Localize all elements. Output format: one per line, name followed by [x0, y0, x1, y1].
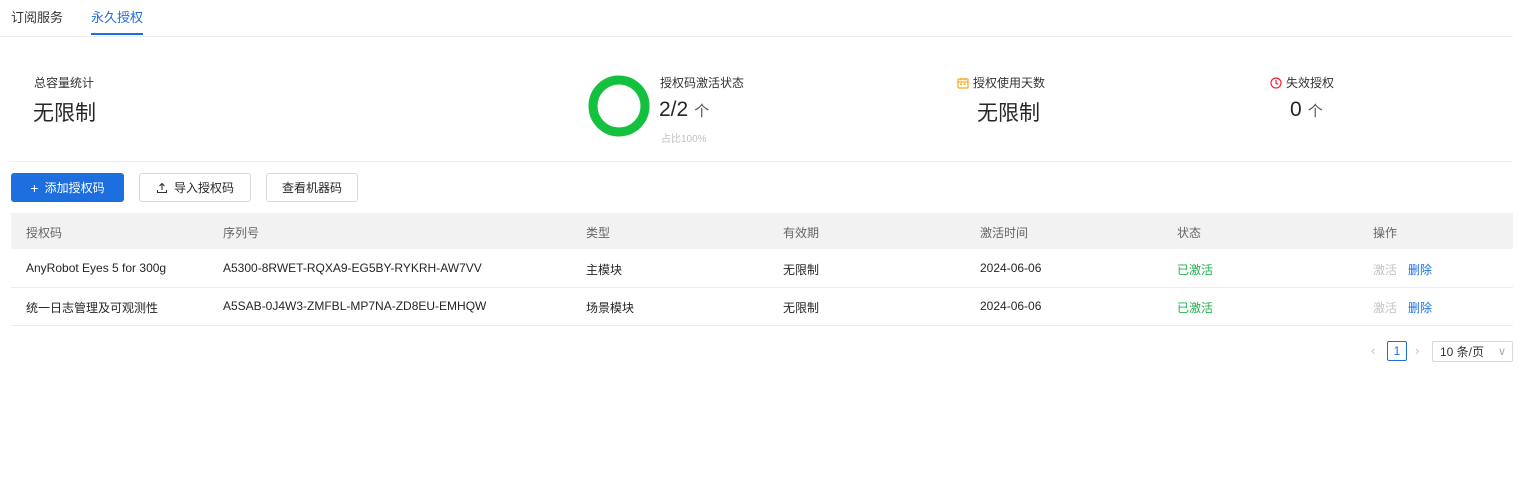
add-license-button[interactable]: + 添加授权码: [11, 173, 124, 202]
page-size-value: 10 条/页: [1440, 345, 1485, 359]
import-license-label: 导入授权码: [173, 181, 234, 195]
col-actions: 操作: [1373, 226, 1398, 240]
calendar-icon: [957, 77, 969, 89]
cell-type: 主模块: [586, 263, 623, 277]
view-machine-code-button[interactable]: 查看机器码: [266, 173, 358, 202]
ring-fill: [588, 75, 650, 137]
table-row: 统一日志管理及可观测性 A5SAB-0J4W3-ZMFBL-MP7NA-ZD8E…: [11, 287, 1513, 326]
col-status: 状态: [1177, 226, 1202, 240]
stats-divider: [11, 161, 1513, 162]
next-page-icon[interactable]: ›: [1415, 343, 1419, 358]
cell-validity: 无限制: [783, 301, 820, 315]
tab-bar: 订阅服务 永久授权: [0, 0, 1513, 37]
days-value: 无限制: [977, 102, 1040, 125]
cell-license-name: 统一日志管理及可观测性: [26, 301, 159, 315]
view-machine-code-label: 查看机器码: [281, 181, 342, 195]
col-type: 类型: [586, 226, 611, 240]
col-license-code: 授权码: [26, 226, 63, 240]
activate-action: 激活: [1373, 263, 1398, 277]
days-label: 授权使用天数: [973, 76, 1046, 90]
invalid-label-group: 失效授权: [1270, 74, 1334, 91]
cell-serial: A5300-8RWET-RQXA9-EG5BY-RYKRH-AW7VV: [223, 261, 482, 275]
cell-license-name: AnyRobot Eyes 5 for 300g: [26, 261, 167, 275]
tab-permanent-license[interactable]: 永久授权: [91, 7, 143, 26]
cell-activated-at: 2024-06-06: [980, 261, 1042, 275]
activation-unit: 个: [694, 103, 710, 120]
page-size-select[interactable]: 10 条/页 ∨: [1432, 341, 1513, 362]
invalid-unit: 个: [1307, 103, 1323, 120]
plus-icon: +: [30, 179, 39, 196]
invalid-value: 0: [1290, 98, 1302, 121]
tab-subscription[interactable]: 订阅服务: [11, 7, 63, 26]
cell-serial: A5SAB-0J4W3-ZMFBL-MP7NA-ZD8EU-EMHQW: [223, 299, 487, 313]
activation-value-group: 2/2 个: [659, 98, 709, 122]
days-label-group: 授权使用天数: [957, 74, 1045, 91]
upload-icon: [156, 182, 168, 193]
cell-status: 已激活: [1177, 263, 1214, 277]
import-license-button[interactable]: 导入授权码: [139, 173, 251, 202]
cell-type: 场景模块: [586, 301, 635, 315]
invalid-label: 失效授权: [1286, 76, 1335, 90]
active-tab-indicator: [91, 33, 143, 35]
capacity-value: 无限制: [33, 102, 96, 125]
col-activated-at: 激活时间: [980, 226, 1029, 240]
capacity-label: 总容量统计: [34, 76, 95, 90]
chevron-down-icon: ∨: [1497, 346, 1506, 358]
clock-icon: [1270, 76, 1282, 89]
col-validity: 有效期: [783, 226, 820, 240]
cell-validity: 无限制: [783, 263, 820, 277]
activation-value: 2/2: [659, 98, 689, 121]
activate-action: 激活: [1373, 301, 1398, 315]
col-serial: 序列号: [223, 226, 260, 240]
invalid-value-group: 0个: [1290, 98, 1323, 122]
delete-action[interactable]: 删除: [1408, 299, 1432, 316]
page-number-1[interactable]: 1: [1387, 341, 1407, 361]
delete-action[interactable]: 删除: [1408, 261, 1432, 278]
table-row: AnyRobot Eyes 5 for 300g A5300-8RWET-RQX…: [11, 249, 1513, 288]
cell-status: 已激活: [1177, 301, 1214, 315]
activation-ratio: 占比100%: [661, 134, 707, 145]
add-license-label: 添加授权码: [44, 181, 105, 195]
activation-label: 授权码激活状态: [660, 76, 745, 90]
table-header: 授权码 序列号 类型 有效期 激活时间 状态 操作: [11, 213, 1513, 249]
prev-page-icon[interactable]: ‹: [1371, 343, 1375, 358]
cell-activated-at: 2024-06-06: [980, 299, 1042, 313]
activation-ring-chart: [588, 75, 650, 137]
